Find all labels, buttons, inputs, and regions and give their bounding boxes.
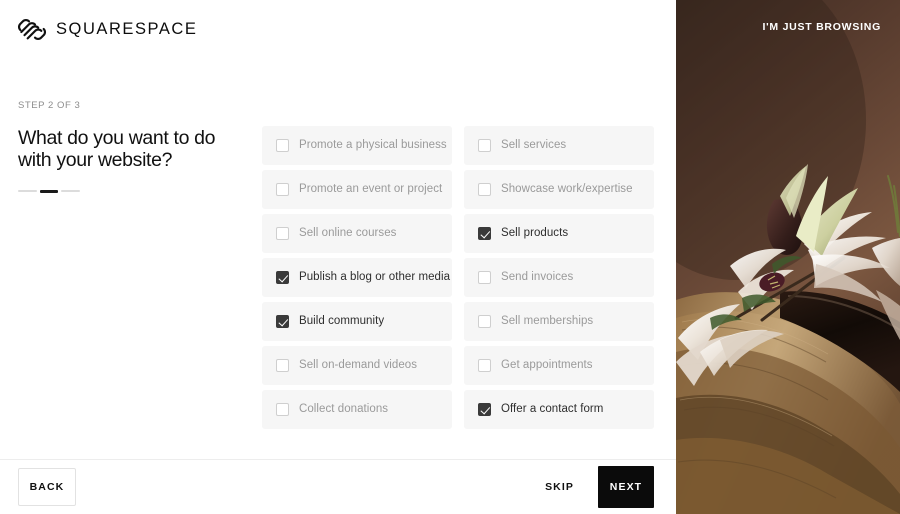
back-button[interactable]: BACK xyxy=(18,468,76,506)
progress-segment-2 xyxy=(39,190,59,193)
checkbox-unchecked-icon[interactable] xyxy=(478,359,491,372)
progress-segment-1 xyxy=(18,190,37,192)
checkbox-unchecked-icon[interactable] xyxy=(478,139,491,152)
option-checkbox-row[interactable]: Promote a physical business xyxy=(262,126,452,165)
checkbox-checked-icon[interactable] xyxy=(478,403,491,416)
option-checkbox-row[interactable]: Sell on-demand videos xyxy=(262,346,452,385)
option-label: Build community xyxy=(299,314,385,327)
option-label: Get appointments xyxy=(501,358,593,371)
intro-block: STEP 2 OF 3 What do you want to do with … xyxy=(18,101,248,172)
form-pane: SQUARESPACE STEP 2 OF 3 What do you want… xyxy=(0,0,676,514)
checkbox-unchecked-icon[interactable] xyxy=(276,227,289,240)
checkbox-unchecked-icon[interactable] xyxy=(276,139,289,152)
lily-flowers-photo xyxy=(676,0,900,514)
option-label: Collect donations xyxy=(299,402,389,415)
option-checkbox-row[interactable]: Promote an event or project xyxy=(262,170,452,209)
promo-image-pane: I'M JUST BROWSING xyxy=(676,0,900,514)
option-label: Send invoices xyxy=(501,270,574,283)
footer-actions: SKIP NEXT xyxy=(539,466,654,508)
skip-button[interactable]: SKIP xyxy=(539,474,580,501)
checkbox-checked-icon[interactable] xyxy=(478,227,491,240)
option-label: Sell services xyxy=(501,138,567,151)
checkbox-unchecked-icon[interactable] xyxy=(276,183,289,196)
option-checkbox-row[interactable]: Get appointments xyxy=(464,346,654,385)
option-checkbox-row[interactable]: Send invoices xyxy=(464,258,654,297)
im-just-browsing-link[interactable]: I'M JUST BROWSING xyxy=(763,22,882,33)
checkbox-checked-icon[interactable] xyxy=(276,271,289,284)
checkbox-unchecked-icon[interactable] xyxy=(478,271,491,284)
option-label: Publish a blog or other media xyxy=(299,270,451,283)
option-checkbox-row[interactable]: Sell services xyxy=(464,126,654,165)
option-checkbox-row[interactable]: Offer a contact form xyxy=(464,390,654,429)
next-button[interactable]: NEXT xyxy=(598,466,654,508)
progress-segment-3 xyxy=(61,190,81,192)
step-indicator-label: STEP 2 OF 3 xyxy=(18,100,81,111)
option-label: Promote an event or project xyxy=(299,182,443,195)
option-label: Sell on-demand videos xyxy=(299,358,418,371)
option-checkbox-row[interactable]: Sell memberships xyxy=(464,302,654,341)
progress-indicator xyxy=(18,190,81,193)
squarespace-logo-icon xyxy=(17,16,47,43)
brand-logo[interactable]: SQUARESPACE xyxy=(17,16,197,43)
option-checkbox-row[interactable]: Sell online courses xyxy=(262,214,452,253)
option-label: Showcase work/expertise xyxy=(501,182,633,195)
option-checkbox-row[interactable]: Showcase work/expertise xyxy=(464,170,654,209)
option-label: Sell products xyxy=(501,226,569,239)
options-grid: Promote a physical business Sell services… xyxy=(262,126,654,429)
option-label: Sell memberships xyxy=(501,314,594,327)
checkbox-unchecked-icon[interactable] xyxy=(478,315,491,328)
checkbox-checked-icon[interactable] xyxy=(276,315,289,328)
checkbox-unchecked-icon[interactable] xyxy=(276,359,289,372)
option-label: Offer a contact form xyxy=(501,402,604,415)
option-checkbox-row[interactable]: Build community xyxy=(262,302,452,341)
option-checkbox-row[interactable]: Sell products xyxy=(464,214,654,253)
option-checkbox-row[interactable]: Publish a blog or other media xyxy=(262,258,452,297)
option-label: Sell online courses xyxy=(299,226,397,239)
option-label: Promote a physical business xyxy=(299,138,447,151)
checkbox-unchecked-icon[interactable] xyxy=(478,183,491,196)
wizard-footer: BACK SKIP NEXT xyxy=(0,459,676,514)
page-title: What do you want to do with your website… xyxy=(18,126,216,172)
onboarding-screen: SQUARESPACE STEP 2 OF 3 What do you want… xyxy=(0,0,900,514)
brand-wordmark: SQUARESPACE xyxy=(56,20,198,39)
option-checkbox-row[interactable]: Collect donations xyxy=(262,390,452,429)
checkbox-unchecked-icon[interactable] xyxy=(276,403,289,416)
